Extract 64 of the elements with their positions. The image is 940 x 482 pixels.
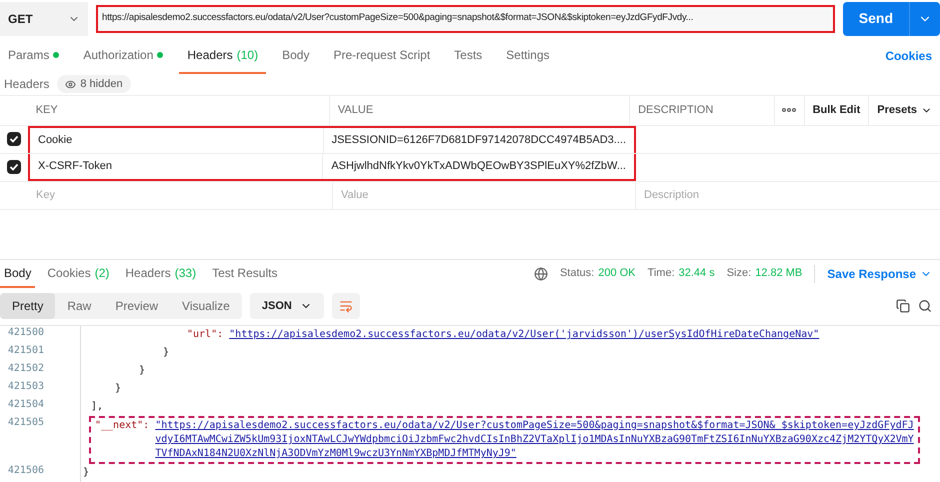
request-tab[interactable]: Body bbox=[274, 37, 318, 74]
code-punctuation: } bbox=[115, 382, 122, 396]
search-icon[interactable] bbox=[918, 299, 932, 314]
url-link[interactable]: "https://apisalesdemo2.successfactors.eu/odata/v2/User('jarvidsson')/userSysIdOfHireDateChangeNav" bbox=[229, 328, 820, 342]
line-number: 421501 bbox=[6, 344, 45, 358]
view-tab[interactable]: Preview bbox=[103, 293, 170, 320]
json-key: "url": bbox=[187, 328, 230, 342]
time-value: 32.44 s bbox=[678, 266, 715, 282]
format-select[interactable]: JSON bbox=[250, 293, 324, 320]
response-tab[interactable]: Test Results bbox=[208, 260, 282, 288]
column-header: VALUE bbox=[330, 96, 630, 125]
headers-label: Headers bbox=[4, 76, 50, 94]
globe-icon[interactable] bbox=[534, 266, 548, 281]
size-value: 12.82 MB bbox=[755, 266, 802, 282]
json-key: "__next": bbox=[95, 419, 156, 461]
column-header: DESCRIPTION bbox=[630, 96, 775, 125]
view-tab[interactable]: Pretty bbox=[0, 293, 56, 320]
column-header: KEY bbox=[28, 96, 330, 125]
code-punctuation: ], bbox=[91, 400, 104, 414]
cookies-link[interactable]: Cookies bbox=[885, 46, 932, 65]
presets-button[interactable]: Presets bbox=[869, 96, 940, 125]
response-tab[interactable]: Cookies (2) bbox=[43, 260, 114, 288]
hidden-headers-toggle[interactable]: 8 hidden bbox=[57, 75, 131, 94]
url-field[interactable]: https://apisalesdemo2.successfactors.eu/odata/v2/User?customPageSize=500&paging=snapshot&$format=JSON&$skiptoken=eyJzdGFydFJvdy... bbox=[96, 4, 835, 33]
response-tab[interactable]: Headers (33) bbox=[121, 260, 200, 288]
table-cell[interactable]: JSESSIONID=6126F7D681DF97142078DCC4974B5AD3.... bbox=[324, 128, 634, 153]
line-number: 421500 bbox=[6, 326, 45, 340]
request-tab[interactable]: Headers (10) bbox=[179, 37, 266, 74]
eye-icon bbox=[65, 78, 76, 90]
size-label: Size: bbox=[726, 266, 752, 282]
table-cell[interactable]: X-CSRF-Token bbox=[30, 154, 324, 179]
line-number: 421505 bbox=[6, 416, 45, 430]
line-number: 421504 bbox=[6, 398, 45, 412]
request-tab[interactable]: Pre-request Script bbox=[325, 37, 438, 74]
send-options-button[interactable] bbox=[909, 2, 940, 36]
code-punctuation: } bbox=[163, 346, 170, 360]
response-tab[interactable]: Body bbox=[0, 260, 36, 288]
checkbox[interactable] bbox=[7, 160, 21, 174]
save-response-button[interactable]: Save Response bbox=[814, 264, 932, 283]
time-label: Time: bbox=[648, 266, 675, 282]
table-cell[interactable]: ASHjwlhdNfkYkv0YkTxADWbQEOwBY3SPlEuXY%2fZbW... bbox=[323, 154, 634, 179]
code-punctuation: } bbox=[139, 364, 146, 378]
wrap-lines-icon bbox=[338, 299, 353, 314]
view-tab[interactable]: Raw bbox=[55, 293, 104, 320]
url-link[interactable]: "https://apisalesdemo2.successfactors.eu/odata/v2/User?customPageSize=500&paging=snapshot&$format=JSON& $skiptoken=eyJzdGFydFJvdyI6MTAwMCwiZW5kUm93IjoxNTAwLCJwYWdpbmciOiJzbmFwc2hvdCIsInBhZ2VTaXplIjo1MDAsInNuYXBzaG90TmFtZSI6InNuYXBzaG90Xzc4ZjM2YTQyX2VmYTVfNDAxN184N2U0XzNlNjA3ODVmYzM0Ml9wczU3YnNmYXBpMDJfMTMyNyJ9" bbox=[155, 419, 914, 461]
line-number: 421503 bbox=[6, 380, 45, 394]
request-tab[interactable]: Authorization bbox=[75, 37, 172, 74]
view-tab[interactable]: Visualize bbox=[170, 293, 242, 320]
copy-icon[interactable] bbox=[896, 299, 910, 314]
status-label: Status: bbox=[560, 266, 594, 282]
table-cell[interactable]: Cookie bbox=[30, 128, 324, 153]
send-button[interactable]: Send bbox=[842, 2, 909, 36]
request-tab[interactable]: Tests bbox=[446, 37, 490, 74]
line-number: 421506 bbox=[6, 464, 45, 478]
line-number: 421502 bbox=[6, 362, 45, 376]
status-value: 200 OK bbox=[598, 266, 636, 282]
wrap-lines-button[interactable] bbox=[332, 293, 360, 320]
request-tab[interactable]: Params bbox=[0, 37, 68, 74]
code-punctuation: } bbox=[83, 466, 90, 480]
request-tab[interactable]: Settings bbox=[498, 37, 558, 74]
checkbox[interactable] bbox=[7, 132, 21, 146]
bulk-edit-button[interactable]: Bulk Edit bbox=[804, 96, 870, 125]
more-icon[interactable] bbox=[782, 108, 796, 112]
method-select[interactable]: GET bbox=[0, 2, 88, 36]
